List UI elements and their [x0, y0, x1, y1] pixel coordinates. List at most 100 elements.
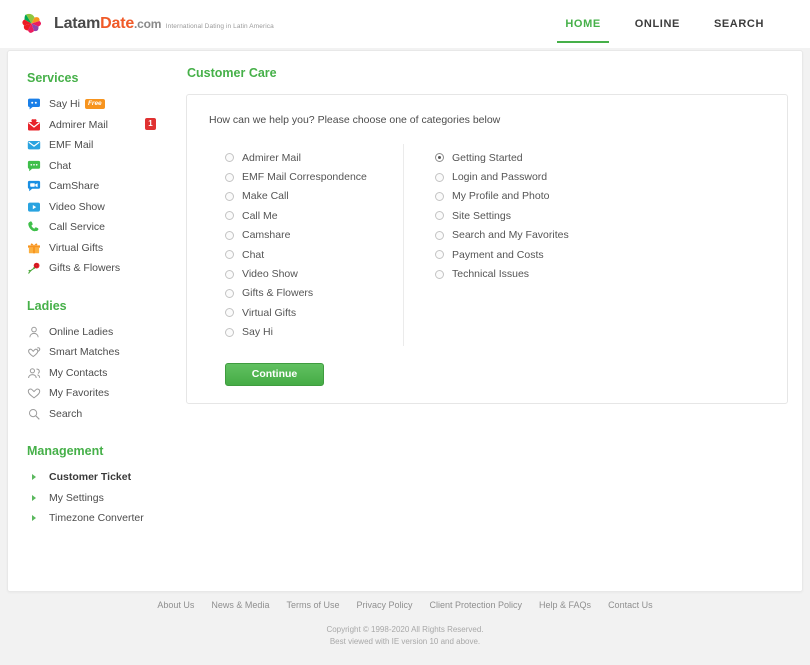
sidebar-item-smart-matches-label: Smart Matches [49, 346, 120, 359]
page-title: Customer Care [187, 66, 277, 80]
radio-option-video-show[interactable]: Video Show [225, 264, 397, 283]
radio-label: EMF Mail Correspondence [242, 171, 367, 184]
sidebar-item-video-show-label: Video Show [49, 200, 105, 213]
arrow-right-icon [27, 491, 41, 505]
sidebar-item-camshare-label: CamShare [49, 180, 100, 193]
sidebar-item-virtual-gifts[interactable]: Virtual Gifts [27, 238, 176, 259]
admirer-mail-count-badge: 1 [145, 117, 156, 130]
speech-bubble-icon [27, 97, 41, 111]
radio-option-gifts-flowers[interactable]: Gifts & Flowers [225, 284, 397, 303]
sidebar-item-gifts-flowers[interactable]: Gifts & Flowers [27, 258, 176, 279]
content-area: Customer Care How can we help you? Pleas… [176, 51, 802, 591]
radio-circle-icon [435, 250, 444, 260]
radio-label: Call Me [242, 209, 278, 222]
radio-circle-icon [225, 230, 234, 240]
nav-item-online-label: ONLINE [634, 18, 680, 30]
footer-link-help-faqs[interactable]: Help & FAQs [539, 600, 591, 610]
footer-link-news-media[interactable]: News & Media [211, 600, 269, 610]
sidebar-group-management: Management Customer Ticket My Settings T… [27, 444, 176, 529]
radio-option-technical-issues[interactable]: Technical Issues [435, 264, 587, 283]
nav-item-search-label: SEARCH [713, 18, 764, 30]
sidebar-item-camshare[interactable]: CamShare [27, 176, 176, 197]
footer-link-about-us[interactable]: About Us [157, 600, 194, 610]
radio-circle-icon [435, 230, 444, 240]
radio-option-admirer-mail[interactable]: Admirer Mail [225, 148, 397, 167]
sidebar-item-call-service[interactable]: Call Service [27, 217, 176, 238]
continue-button-label: Continue [251, 368, 298, 381]
radio-label: Camshare [242, 229, 291, 242]
radio-option-payment-and-costs[interactable]: Payment and Costs [435, 245, 587, 264]
footer-link-terms-of-use[interactable]: Terms of Use [286, 600, 339, 610]
radio-option-chat[interactable]: Chat [225, 245, 397, 264]
radio-option-search-and-my-favorites[interactable]: Search and My Favorites [435, 226, 587, 245]
heart-outline-icon [27, 386, 41, 400]
sidebar-group-management-title: Management [27, 444, 104, 458]
sidebar-group-services: Services Say Hi Free Admirer Mail 1 EMF … [27, 71, 176, 279]
sidebar-item-my-contacts[interactable]: My Contacts [27, 363, 176, 384]
sidebar-item-timezone-converter-label: Timezone Converter [49, 512, 144, 525]
radio-option-login-and-password[interactable]: Login and Password [435, 167, 587, 186]
radio-label: Say Hi [242, 326, 273, 339]
radio-option-emf-mail-correspondence[interactable]: EMF Mail Correspondence [225, 167, 397, 186]
radio-option-say-hi[interactable]: Say Hi [225, 323, 397, 342]
brand-logo-group[interactable]: LatamDate.com International Dating in La… [18, 10, 274, 38]
radio-circle-icon [435, 191, 444, 201]
footer-link-client-protection-policy[interactable]: Client Protection Policy [429, 600, 522, 610]
nav-item-online[interactable]: ONLINE [635, 0, 680, 48]
sidebar-item-my-contacts-label: My Contacts [49, 366, 108, 379]
radio-option-make-call[interactable]: Make Call [225, 187, 397, 206]
sidebar-item-virtual-gifts-label: Virtual Gifts [49, 241, 104, 254]
play-button-icon [27, 200, 41, 214]
brand-name-part1: Latam [54, 14, 101, 32]
radio-label: My Profile and Photo [452, 190, 550, 203]
nav-item-home[interactable]: HOME [557, 0, 610, 48]
chat-bubble-icon [27, 159, 41, 173]
footer-links: About Us News & Media Terms of Use Priva… [0, 600, 810, 610]
radio-label: Virtual Gifts [242, 306, 297, 319]
radio-option-getting-started[interactable]: Getting Started [435, 148, 587, 167]
brand-name-part2: Date [100, 14, 135, 32]
sidebar-item-say-hi[interactable]: Say Hi Free [27, 94, 176, 115]
sidebar-item-chat[interactable]: Chat [27, 156, 176, 177]
radio-circle-icon [225, 269, 234, 279]
sidebar-item-my-favorites[interactable]: My Favorites [27, 383, 176, 404]
sidebar-item-gifts-flowers-label: Gifts & Flowers [49, 262, 121, 275]
sidebar-item-customer-ticket-label: Customer Ticket [49, 471, 132, 484]
footer-link-privacy-policy[interactable]: Privacy Policy [356, 600, 412, 610]
main-card: Services Say Hi Free Admirer Mail 1 EMF … [7, 50, 803, 592]
radio-option-call-me[interactable]: Call Me [225, 206, 397, 225]
footer-copyright-line2: Best viewed with IE version 10 and above… [329, 637, 481, 647]
sidebar-item-video-show[interactable]: Video Show [27, 197, 176, 218]
radio-option-site-settings[interactable]: Site Settings [435, 206, 587, 225]
sidebar-item-admirer-mail[interactable]: Admirer Mail 1 [27, 115, 176, 136]
sidebar-item-smart-matches[interactable]: Smart Matches [27, 342, 176, 363]
sidebar-item-emf-mail[interactable]: EMF Mail [27, 135, 176, 156]
sidebar-item-online-ladies[interactable]: Online Ladies [27, 322, 176, 343]
say-hi-free-badge: Free [84, 99, 105, 110]
continue-button[interactable]: Continue [225, 362, 324, 386]
footer-link-contact-us[interactable]: Contact Us [608, 600, 653, 610]
radio-label: Chat [242, 248, 265, 261]
radio-option-my-profile-and-photo[interactable]: My Profile and Photo [435, 187, 587, 206]
category-radio-groups: Admirer Mail EMF Mail Correspondence Mak… [207, 144, 767, 346]
radio-circle-icon [435, 211, 444, 221]
sidebar-group-ladies-title: Ladies [27, 298, 67, 313]
radio-option-virtual-gifts[interactable]: Virtual Gifts [225, 303, 397, 322]
radio-circle-icon [435, 153, 444, 163]
sidebar-item-search[interactable]: Search [27, 404, 176, 425]
radio-option-camshare[interactable]: Camshare [225, 226, 397, 245]
radio-label: Technical Issues [452, 268, 530, 281]
sidebar-item-online-ladies-label: Online Ladies [49, 325, 114, 338]
sidebar-item-search-label: Search [49, 407, 83, 420]
sidebar-item-timezone-converter[interactable]: Timezone Converter [27, 508, 176, 529]
sidebar-item-emf-mail-label: EMF Mail [49, 139, 94, 152]
page-root: LatamDate.com International Dating in La… [0, 0, 810, 665]
site-header: LatamDate.com International Dating in La… [0, 0, 810, 48]
sidebar-item-customer-ticket[interactable]: Customer Ticket [27, 467, 176, 488]
radio-label: Video Show [242, 268, 298, 281]
customer-care-panel: How can we help you? Please choose one o… [186, 94, 788, 404]
nav-item-home-label: HOME [565, 18, 601, 30]
nav-item-search[interactable]: SEARCH [714, 0, 764, 48]
sidebar-item-my-settings[interactable]: My Settings [27, 488, 176, 509]
radio-circle-icon [225, 153, 234, 163]
